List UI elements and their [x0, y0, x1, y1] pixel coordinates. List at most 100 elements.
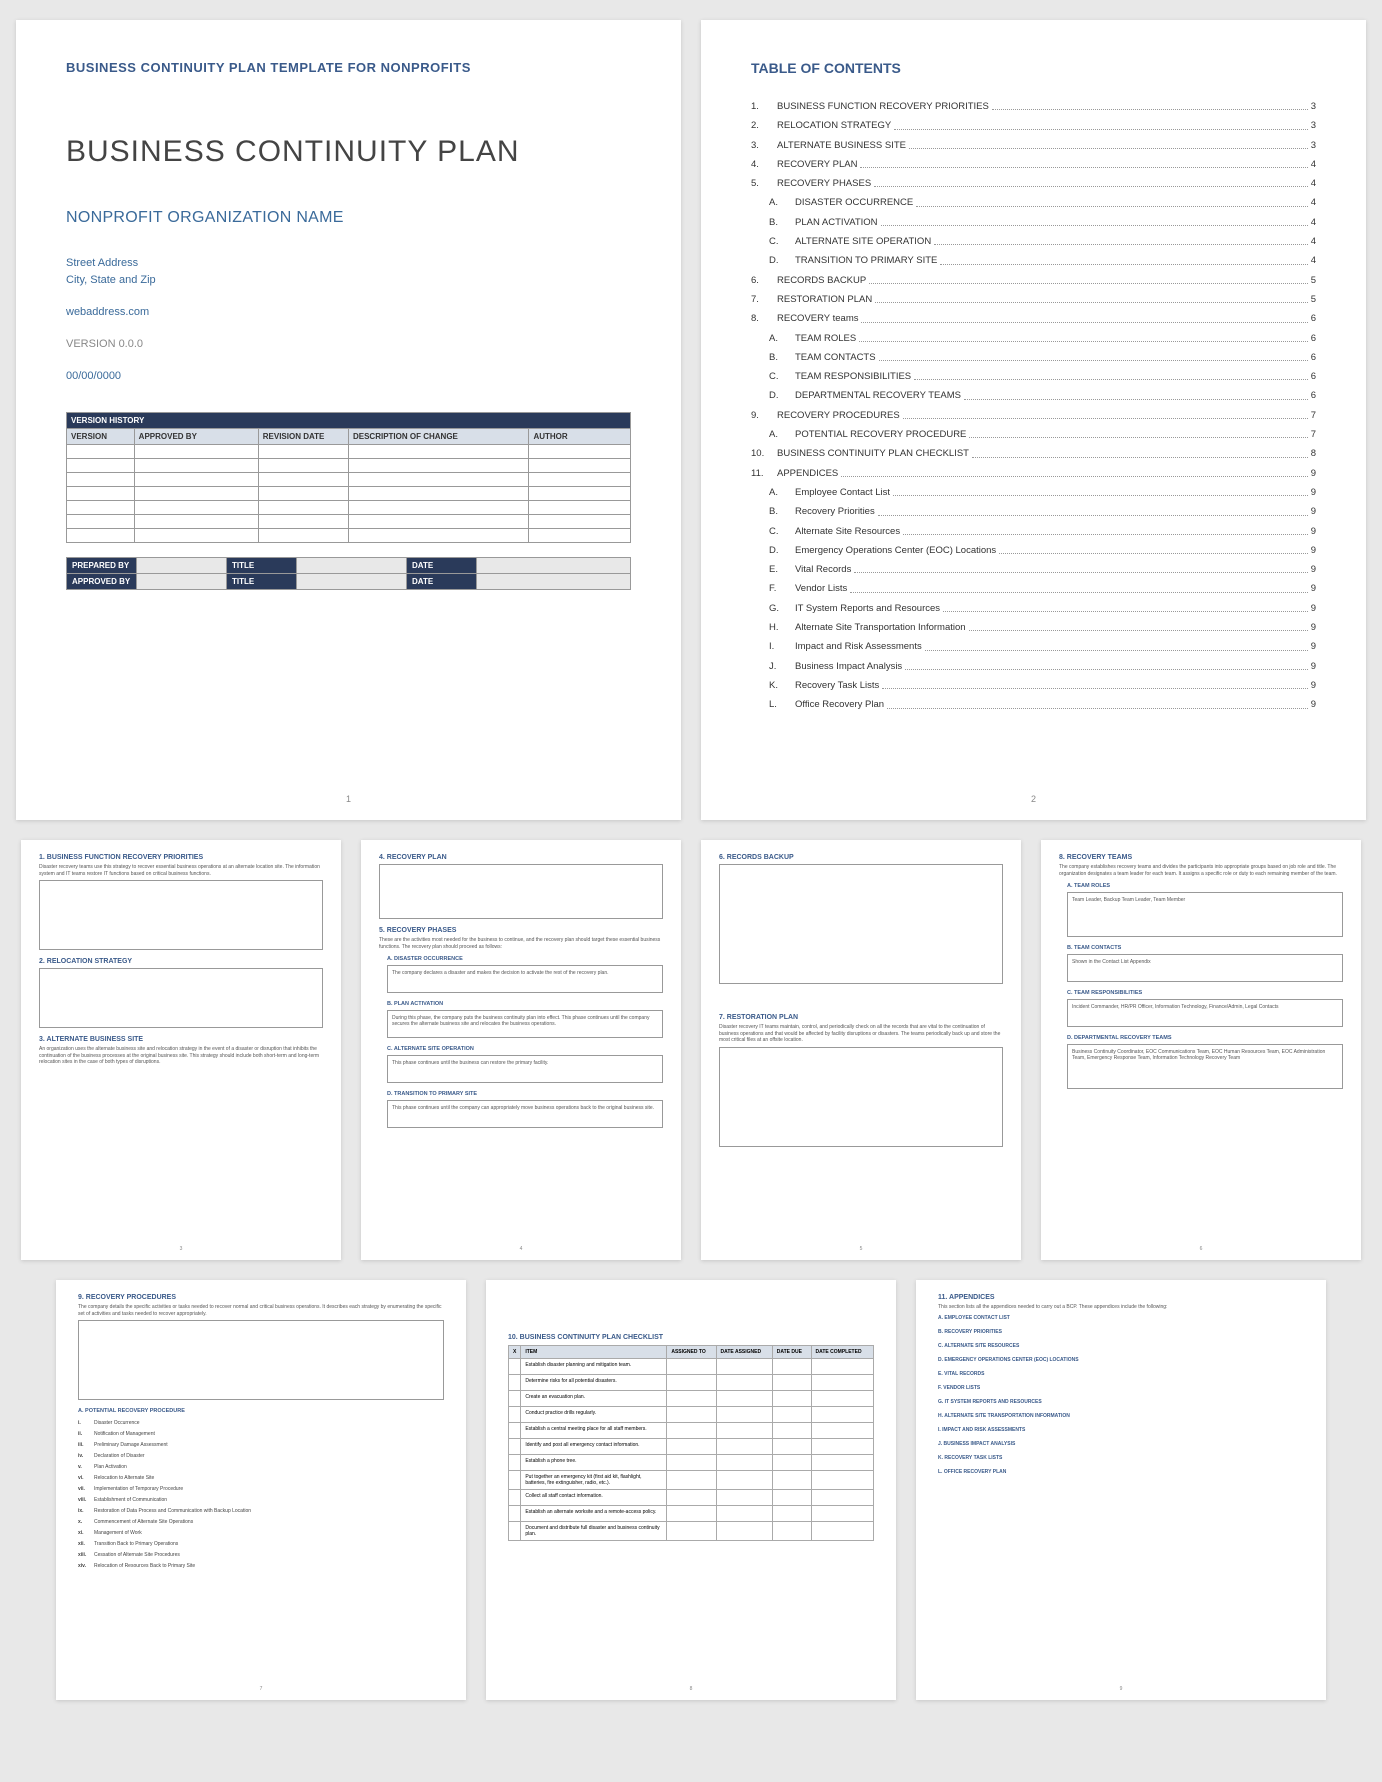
page-3: 1. BUSINESS FUNCTION RECOVERY PRIORITIES… — [21, 840, 341, 1260]
checklist-row: Document and distribute full disaster an… — [509, 1522, 874, 1541]
page-number: 1 — [346, 794, 351, 804]
page-5: 6. RECORDS BACKUP 7. RESTORATION PLAN Di… — [701, 840, 1021, 1260]
appendix-item: E. VITAL RECORDS — [938, 1371, 1304, 1377]
toc-entry: E.Vital Records9 — [751, 563, 1316, 576]
toc-entry: D.DEPARTMENTAL RECOVERY TEAMS6 — [751, 389, 1316, 402]
toc-entry: C.ALTERNATE SITE OPERATION4 — [751, 235, 1316, 248]
text-box — [719, 1047, 1003, 1147]
toc-entry: K.Recovery Task Lists9 — [751, 679, 1316, 692]
toc-entry: 1.BUSINESS FUNCTION RECOVERY PRIORITIES3 — [751, 100, 1316, 113]
checklist-row: Establish an alternate worksite and a re… — [509, 1506, 874, 1522]
toc-entry: G.IT System Reports and Resources9 — [751, 602, 1316, 615]
procedure-list: i.Disaster Occurrence ii.Notification of … — [78, 1420, 444, 1569]
date: 00/00/0000 — [66, 370, 631, 382]
version: VERSION 0.0.0 — [66, 338, 631, 350]
appendix-item: F. VENDOR LISTS — [938, 1385, 1304, 1391]
procedure-item: i.Disaster Occurrence — [78, 1420, 444, 1426]
text-box — [379, 864, 663, 919]
toc-entry: F.Vendor Lists9 — [751, 582, 1316, 595]
appendix-item: A. EMPLOYEE CONTACT LIST — [938, 1315, 1304, 1321]
checklist-row: Collect all staff contact information. — [509, 1490, 874, 1506]
procedure-item: xi.Management of Work — [78, 1530, 444, 1536]
toc-entry: C.TEAM RESPONSIBILITIES6 — [751, 370, 1316, 383]
text-box — [719, 864, 1003, 984]
version-history-title: VERSION HISTORY — [67, 413, 631, 429]
toc-list: 1.BUSINESS FUNCTION RECOVERY PRIORITIES3… — [751, 100, 1316, 712]
toc-title: TABLE OF CONTENTS — [751, 60, 1316, 76]
procedure-item: xii.Transition Back to Primary Operation… — [78, 1541, 444, 1547]
toc-entry: I.Impact and Risk Assessments9 — [751, 640, 1316, 653]
procedure-item: xiv.Relocation of Resources Back to Prim… — [78, 1563, 444, 1569]
page-4: 4. RECOVERY PLAN 5. RECOVERY PHASES Thes… — [361, 840, 681, 1260]
text-box — [39, 880, 323, 950]
procedure-item: ix.Restoration of Data Process and Commu… — [78, 1508, 444, 1514]
checklist-row: Establish a phone tree. — [509, 1455, 874, 1471]
appendix-item: I. IMPACT AND RISK ASSESSMENTS — [938, 1427, 1304, 1433]
page-6: 8. RECOVERY TEAMS The company establishe… — [1041, 840, 1361, 1260]
toc-entry: J.Business Impact Analysis9 — [751, 660, 1316, 673]
checklist-row: Create an evacuation plan. — [509, 1391, 874, 1407]
appendix-item: L. OFFICE RECOVERY PLAN — [938, 1469, 1304, 1475]
toc-entry: 8.RECOVERY teams6 — [751, 312, 1316, 325]
toc-entry: D.TRANSITION TO PRIMARY SITE4 — [751, 254, 1316, 267]
toc-entry: C.Alternate Site Resources9 — [751, 525, 1316, 538]
procedure-item: iii.Preliminary Damage Assessment — [78, 1442, 444, 1448]
appendix-item: K. RECOVERY TASK LISTS — [938, 1455, 1304, 1461]
toc-entry: 9.RECOVERY PROCEDURES7 — [751, 409, 1316, 422]
toc-entry: H.Alternate Site Transportation Informat… — [751, 621, 1316, 634]
toc-entry: 2.RELOCATION STRATEGY3 — [751, 119, 1316, 132]
version-history-table: VERSION HISTORY VERSION APPROVED BY REVI… — [66, 412, 631, 543]
procedure-item: viii.Establishment of Communication — [78, 1497, 444, 1503]
page-cover: BUSINESS CONTINUITY PLAN TEMPLATE FOR NO… — [16, 20, 681, 820]
web-address: webaddress.com — [66, 306, 631, 318]
text-box — [39, 968, 323, 1028]
procedure-item: x.Commencement of Alternate Site Operati… — [78, 1519, 444, 1525]
toc-entry: B.Recovery Priorities9 — [751, 505, 1316, 518]
appendix-list: A. EMPLOYEE CONTACT LIST B. RECOVERY PRIO… — [938, 1315, 1304, 1475]
appendix-item: J. BUSINESS IMPACT ANALYSIS — [938, 1441, 1304, 1447]
checklist-row: Establish disaster planning and mitigati… — [509, 1359, 874, 1375]
toc-entry: A.Employee Contact List9 — [751, 486, 1316, 499]
procedure-item: vi.Relocation to Alternate Site — [78, 1475, 444, 1481]
toc-entry: L.Office Recovery Plan9 — [751, 698, 1316, 711]
checklist-row: Conduct practice drills regularly. — [509, 1407, 874, 1423]
text-box — [78, 1320, 444, 1400]
document-title: BUSINESS CONTINUITY PLAN — [66, 135, 631, 169]
toc-entry: 3.ALTERNATE BUSINESS SITE3 — [751, 139, 1316, 152]
checklist-row: Establish a central meeting place for al… — [509, 1423, 874, 1439]
city-state-zip: City, State and Zip — [66, 272, 631, 289]
toc-entry: D.Emergency Operations Center (EOC) Loca… — [751, 544, 1316, 557]
checklist-row: Identify and post all emergency contact … — [509, 1439, 874, 1455]
page-8: 10. BUSINESS CONTINUITY PLAN CHECKLIST X… — [486, 1280, 896, 1700]
procedure-item: ii.Notification of Management — [78, 1431, 444, 1437]
toc-entry: B.TEAM CONTACTS6 — [751, 351, 1316, 364]
appendix-item: C. ALTERNATE SITE RESOURCES — [938, 1343, 1304, 1349]
toc-entry: 5.RECOVERY PHASES4 — [751, 177, 1316, 190]
procedure-item: vii.Implementation of Temporary Procedur… — [78, 1486, 444, 1492]
toc-entry: A.DISASTER OCCURRENCE4 — [751, 196, 1316, 209]
procedure-item: iv.Declaration of Disaster — [78, 1453, 444, 1459]
checklist-table: XITEMASSIGNED TODATE ASSIGNEDDATE DUEDAT… — [508, 1345, 874, 1541]
page-number: 2 — [1031, 794, 1036, 804]
appendix-item: B. RECOVERY PRIORITIES — [938, 1329, 1304, 1335]
toc-entry: 4.RECOVERY PLAN4 — [751, 158, 1316, 171]
appendix-item: H. ALTERNATE SITE TRANSPORTATION INFORMA… — [938, 1413, 1304, 1419]
procedure-item: v.Plan Activation — [78, 1464, 444, 1470]
page-7: 9. RECOVERY PROCEDURES The company detai… — [56, 1280, 466, 1700]
checklist-row: Determine risks for all potential disast… — [509, 1375, 874, 1391]
org-name: NONPROFIT ORGANIZATION NAME — [66, 209, 631, 227]
appendix-item: D. EMERGENCY OPERATIONS CENTER (EOC) LOC… — [938, 1357, 1304, 1363]
appendix-item: G. IT SYSTEM REPORTS AND RESOURCES — [938, 1399, 1304, 1405]
checklist-row: Put together an emergency kit (first aid… — [509, 1471, 874, 1490]
street-address: Street Address — [66, 255, 631, 272]
prepared-approved-table: PREPARED BY TITLE DATE APPROVED BY TITLE… — [66, 557, 631, 590]
procedure-item: xiii.Cessation of Alternate Site Procedu… — [78, 1552, 444, 1558]
page-9: 11. APPENDICES This section lists all th… — [916, 1280, 1326, 1700]
toc-entry: 6.RECORDS BACKUP5 — [751, 274, 1316, 287]
toc-entry: 10.BUSINESS CONTINUITY PLAN CHECKLIST8 — [751, 447, 1316, 460]
toc-entry: A.POTENTIAL RECOVERY PROCEDURE7 — [751, 428, 1316, 441]
toc-entry: A.TEAM ROLES6 — [751, 332, 1316, 345]
toc-entry: 7.RESTORATION PLAN5 — [751, 293, 1316, 306]
toc-entry: 11.APPENDICES9 — [751, 467, 1316, 480]
toc-entry: B.PLAN ACTIVATION4 — [751, 216, 1316, 229]
